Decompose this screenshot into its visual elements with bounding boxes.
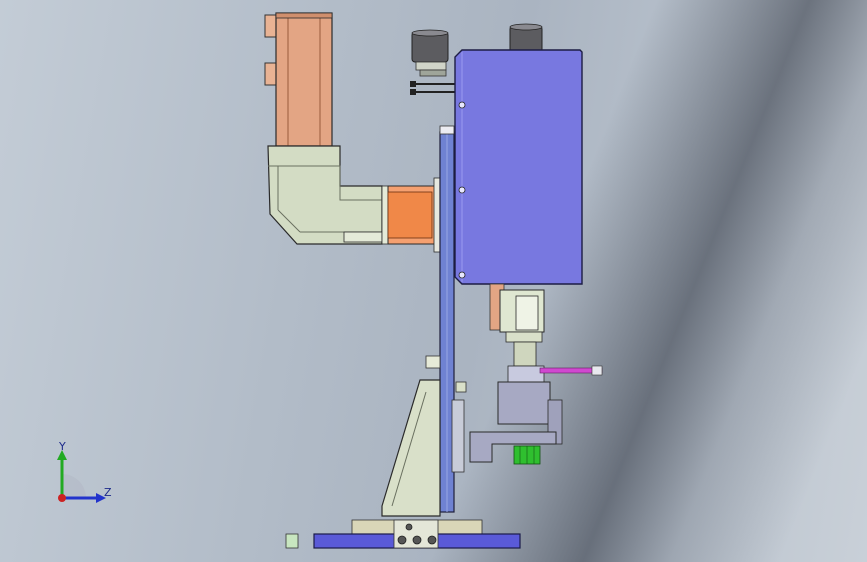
base-plate[interactable] <box>285 519 521 549</box>
coupling-block[interactable] <box>387 177 443 253</box>
sensor-rod[interactable] <box>539 365 603 376</box>
view-triad[interactable]: Y Z <box>40 436 130 516</box>
assembly-model[interactable] <box>0 0 867 562</box>
y-axis-label: Y <box>59 440 66 453</box>
cad-viewport[interactable]: Y Z <box>0 0 867 562</box>
triad-axes <box>57 450 106 503</box>
slide-guide[interactable] <box>489 283 545 367</box>
green-fitting[interactable] <box>513 445 541 465</box>
cylinder-housing[interactable] <box>454 49 583 285</box>
servo-motor[interactable] <box>264 12 333 147</box>
reducer-elbow[interactable] <box>267 145 389 245</box>
support-bracket[interactable] <box>381 355 441 517</box>
z-axis-label: Z <box>104 486 112 499</box>
